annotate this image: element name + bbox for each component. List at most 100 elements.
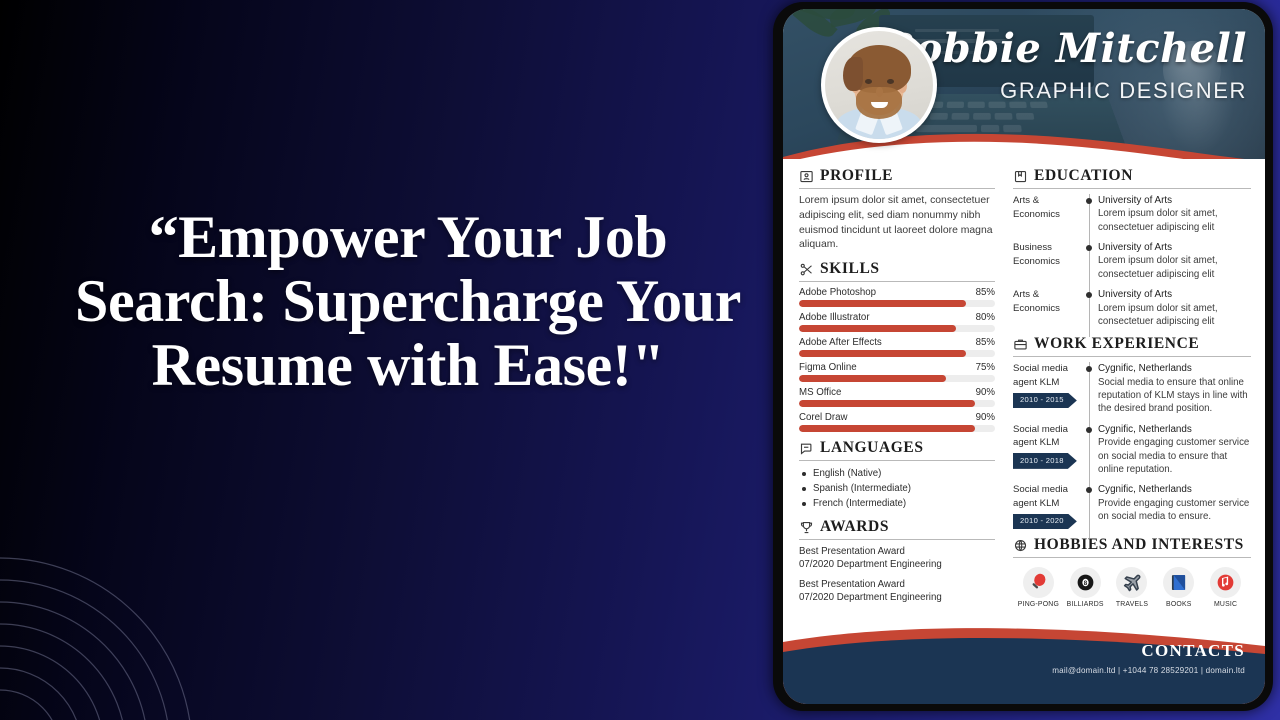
skill-row: Adobe Photoshop 85% xyxy=(799,287,995,298)
music-note-icon xyxy=(1210,567,1242,599)
skill-name: Adobe Photoshop xyxy=(799,287,877,299)
skill-bar-fill xyxy=(799,350,966,358)
award-item: Best Presentation Award 07/2020 Departmen… xyxy=(799,545,995,571)
work-item: Social media agent KLM 2010 - 2018 Cygnifi… xyxy=(1013,422,1251,486)
skill-bar-track xyxy=(799,300,995,308)
skill-bar-track xyxy=(799,375,995,383)
education-field: Arts & Economics xyxy=(1013,289,1060,314)
contacts-title: CONTACTS xyxy=(1141,641,1245,660)
skill-name: Figma Online xyxy=(799,362,857,374)
education-desc: Lorem ipsum dolor sit amet, consectetuer… xyxy=(1098,302,1218,327)
education-list: Arts & Economics University of Arts Lorem … xyxy=(1013,194,1251,338)
section-title: AWARDS xyxy=(820,518,890,536)
hobby-item: MUSIC xyxy=(1202,567,1249,608)
work-role: Social media agent KLM xyxy=(1013,484,1068,509)
speech-bubble-icon xyxy=(799,441,814,456)
work-org: Cygnific, Netherlands xyxy=(1098,423,1192,435)
skill-name: Adobe Illustrator xyxy=(799,312,870,324)
section-skills: SKILLS Adobe Photoshop 85% Adobe Illustrat… xyxy=(799,260,995,433)
section-hobbies: HOBBIES AND INTERESTS PING-PONG 8 BILLIARD… xyxy=(1013,536,1251,608)
languages-list: English (Native) Spanish (Intermediate) Fr… xyxy=(802,466,995,511)
avatar-photo xyxy=(825,31,933,139)
section-work-experience: WORK EXPERIENCE Social media agent KLM 20… xyxy=(1013,335,1251,539)
work-org: Cygnific, Netherlands xyxy=(1098,363,1192,375)
trophy-icon xyxy=(799,520,814,535)
work-org: Cygnific, Netherlands xyxy=(1098,484,1192,496)
ping-pong-paddle-icon xyxy=(1022,567,1054,599)
resume-header: Robbie Mitchell GRAPHIC DESIGNER xyxy=(783,9,1265,159)
airplane-icon xyxy=(1116,567,1148,599)
hobby-item: PING-PONG xyxy=(1015,567,1062,608)
skill-percent: 90% xyxy=(975,412,995,424)
section-header: WORK EXPERIENCE xyxy=(1013,335,1251,358)
education-field: Business Economics xyxy=(1013,242,1060,267)
work-desc: Social media to ensure that online reput… xyxy=(1098,376,1248,415)
section-awards: AWARDS Best Presentation Award 07/2020 De… xyxy=(799,518,995,604)
hobby-label: BILLIARDS xyxy=(1066,601,1104,609)
skill-name: Adobe After Effects xyxy=(799,337,882,349)
section-header: HOBBIES AND INTERESTS xyxy=(1013,536,1251,559)
skill-row: Figma Online 75% xyxy=(799,362,995,373)
language-item: Spanish (Intermediate) xyxy=(802,481,995,496)
skill-bar-fill xyxy=(799,325,956,333)
timeline-marker xyxy=(1081,194,1098,244)
scissors-icon xyxy=(799,262,814,277)
award-name: Best Presentation Award xyxy=(799,546,905,558)
section-languages: LANGUAGES English (Native) Spanish (Inter… xyxy=(799,439,995,511)
skill-bar-track xyxy=(799,325,995,333)
avatar xyxy=(821,27,937,143)
skill-item: Adobe After Effects 85% xyxy=(799,337,995,358)
hobbies-row: PING-PONG 8 BILLIARDS TRAVELS BOOKS MUSIC xyxy=(1013,563,1251,608)
resume-body: PROFILE Lorem ipsum dolor sit amet, cons… xyxy=(783,159,1265,626)
skill-bar-fill xyxy=(799,400,976,408)
work-item: Social media agent KLM 2010 - 2015 Cygnifi… xyxy=(1013,362,1251,425)
footer-wave-divider xyxy=(783,628,1265,704)
work-item: Social media agent KLM 2010 - 2020 Cygnifi… xyxy=(1013,483,1251,539)
resume-page: Robbie Mitchell GRAPHIC DESIGNER PROFILE… xyxy=(783,9,1265,704)
work-role: Social media agent KLM xyxy=(1013,363,1068,388)
education-desc: Lorem ipsum dolor sit amet, consectetuer… xyxy=(1098,208,1218,233)
skill-row: Adobe After Effects 85% xyxy=(799,337,995,348)
skill-item: Figma Online 75% xyxy=(799,362,995,383)
skill-percent: 80% xyxy=(975,312,995,324)
globe-icon xyxy=(1013,538,1028,553)
awards-list: Best Presentation Award 07/2020 Departmen… xyxy=(799,545,995,604)
timeline-marker xyxy=(1081,362,1098,425)
section-profile: PROFILE Lorem ipsum dolor sit amet, cons… xyxy=(799,167,995,253)
section-title: EDUCATION xyxy=(1034,167,1133,184)
section-title: WORK EXPERIENCE xyxy=(1034,335,1200,353)
billiard-ball-icon: 8 xyxy=(1069,567,1101,599)
hobby-label: PING-PONG xyxy=(1017,601,1060,609)
hobby-label: TRAVELS xyxy=(1115,601,1149,609)
education-field: Arts & Economics xyxy=(1013,195,1060,220)
page-title: “Empower Your Job Search: Supercharge Yo… xyxy=(75,204,741,399)
section-header: AWARDS xyxy=(799,518,995,541)
presentation-slide: “Empower Your Job Search: Supercharge Yo… xyxy=(0,0,1280,720)
timeline-marker xyxy=(1081,241,1098,291)
skills-list: Adobe Photoshop 85% Adobe Illustrator 80% Ad… xyxy=(799,287,995,433)
id-card-icon xyxy=(799,169,814,184)
section-header: PROFILE xyxy=(799,167,995,189)
education-org: University of Arts xyxy=(1098,242,1173,254)
skill-percent: 90% xyxy=(975,387,995,399)
work-experience-list: Social media agent KLM 2010 - 2015 Cygnifi… xyxy=(1013,362,1251,539)
language-item: English (Native) xyxy=(802,466,995,481)
skill-item: Adobe Photoshop 85% xyxy=(799,287,995,308)
education-item: Arts & Economics University of Arts Lorem … xyxy=(1013,194,1251,244)
education-org: University of Arts xyxy=(1098,195,1173,206)
book-icon xyxy=(1013,169,1028,184)
skill-percent: 75% xyxy=(975,362,995,374)
resume-card: Robbie Mitchell GRAPHIC DESIGNER PROFILE… xyxy=(773,2,1273,711)
award-detail: 07/2020 Department Engineering xyxy=(799,592,942,604)
section-title: PROFILE xyxy=(820,167,894,184)
skill-bar-track xyxy=(799,425,995,433)
hobby-label: MUSIC xyxy=(1213,601,1238,609)
briefcase-icon xyxy=(1013,337,1028,352)
resume-footer: CONTACTS mail@domain.ltd | +1044 78 2852… xyxy=(783,620,1265,704)
skill-row: Adobe Illustrator 80% xyxy=(799,312,995,323)
hobby-item: BOOKS xyxy=(1155,567,1202,608)
work-date-badge: 2010 - 2020 xyxy=(1013,514,1077,530)
education-item: Business Economics University of Arts Lore… xyxy=(1013,241,1251,291)
education-org: University of Arts xyxy=(1098,289,1173,301)
skill-bar-fill xyxy=(799,375,946,383)
